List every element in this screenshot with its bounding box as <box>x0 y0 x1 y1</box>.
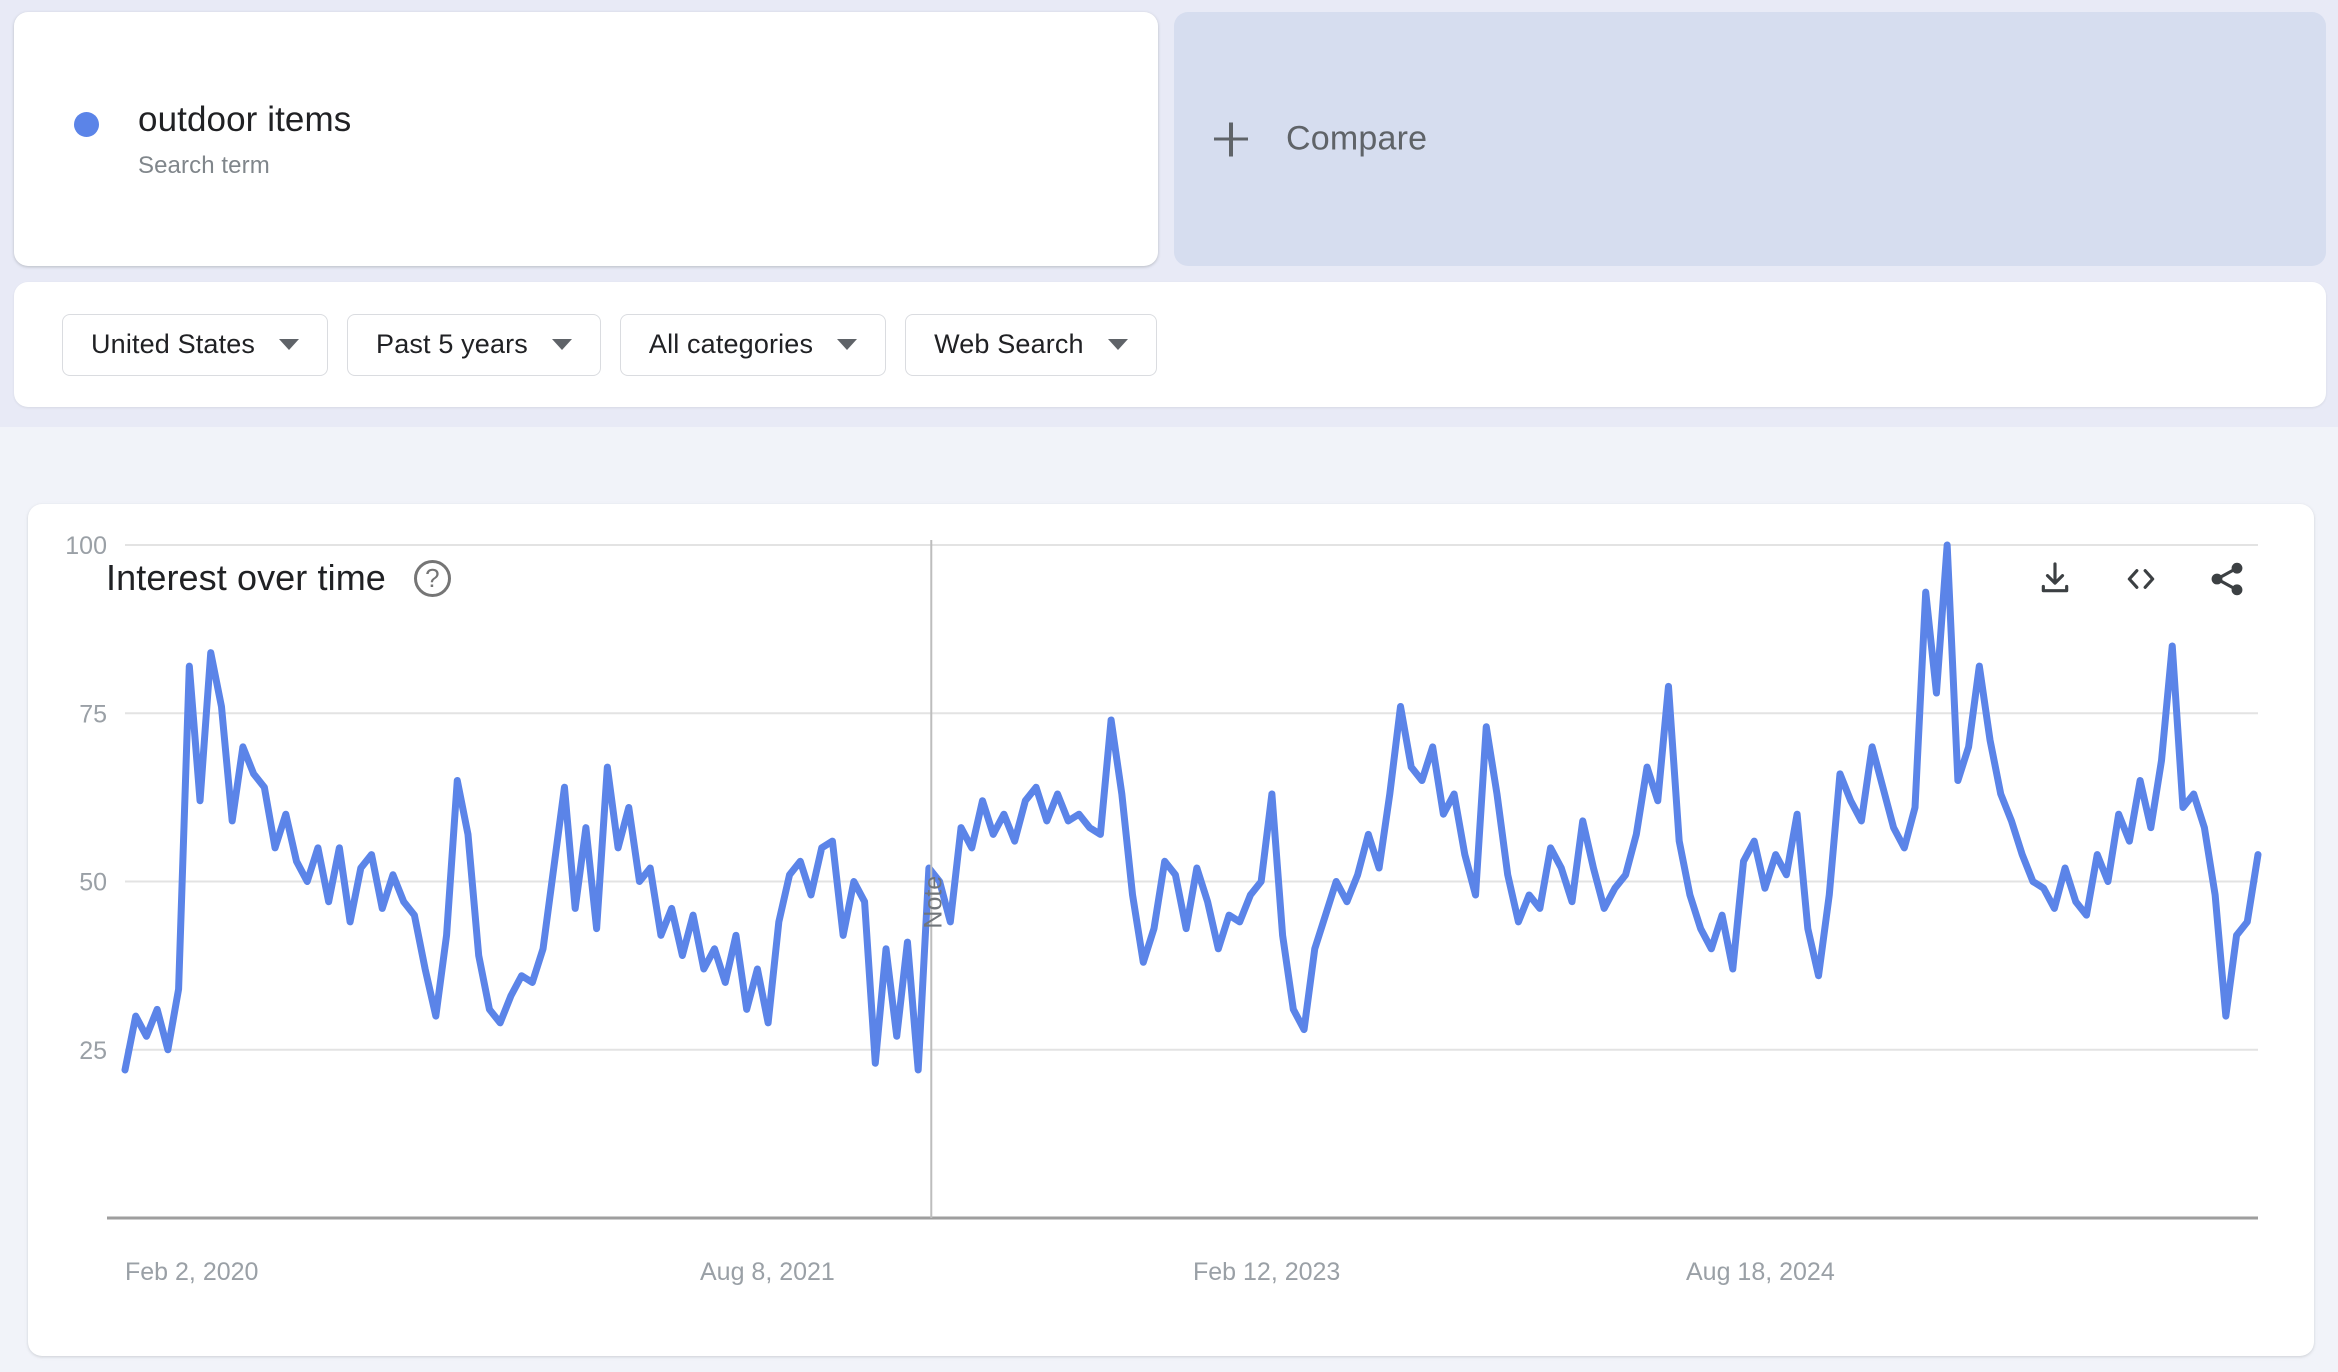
download-icon[interactable] <box>2034 558 2076 600</box>
chart-header: Interest over time ? <box>106 557 451 599</box>
interest-over-time-card: Interest over time ? 100 75 50 25 Note F… <box>28 504 2314 1356</box>
filter-category[interactable]: All categories <box>619 313 887 376</box>
embed-code-icon[interactable] <box>2120 558 2162 600</box>
chevron-down-icon <box>551 339 572 350</box>
chart-title: Interest over time <box>106 557 386 598</box>
search-term-content: outdoor items Search term <box>74 98 351 182</box>
share-icon[interactable] <box>2206 558 2248 600</box>
chart-actions <box>2034 558 2248 600</box>
help-circle-icon[interactable]: ? <box>413 559 451 597</box>
y-axis-tick-label: 25 <box>79 1037 107 1065</box>
x-axis-tick-label: Aug 8, 2021 <box>700 1258 835 1286</box>
y-axis-tick-label: 50 <box>79 869 107 897</box>
plus-icon <box>1214 122 1248 156</box>
search-terms-row: outdoor items Search term Compare <box>14 12 2326 266</box>
interest-over-time-plot: 100 75 50 25 Note Feb 2, 2020 Aug 8, 2021 Feb 1… <box>65 532 2262 1286</box>
chevron-down-icon <box>837 339 858 350</box>
filter-category-label: All categories <box>648 329 814 359</box>
note-label: Note <box>919 876 947 929</box>
y-axis-tick-label: 100 <box>65 532 107 560</box>
x-axis-tick-label: Feb 12, 2023 <box>1193 1258 1340 1286</box>
x-axis-tick-label: Aug 18, 2024 <box>1686 1258 1835 1286</box>
search-term-text: outdoor items Search term <box>138 98 351 182</box>
filter-location[interactable]: United States <box>62 313 329 376</box>
filter-bar: United States Past 5 years All categorie… <box>14 282 2326 407</box>
search-term-card[interactable]: outdoor items Search term <box>14 12 1158 266</box>
x-axis-tick-label: Feb 2, 2020 <box>125 1258 258 1286</box>
filter-time-range-label: Past 5 years <box>376 329 528 359</box>
series-line <box>121 541 2262 1074</box>
filter-search-type[interactable]: Web Search <box>905 313 1157 376</box>
compare-content: Compare <box>1214 120 1427 159</box>
filter-search-type-label: Web Search <box>934 329 1084 359</box>
series-color-dot <box>74 112 99 137</box>
chevron-down-icon <box>1107 339 1128 350</box>
search-term-type: Search term <box>138 152 270 179</box>
compare-label: Compare <box>1286 119 1428 158</box>
filter-time-range[interactable]: Past 5 years <box>347 313 601 376</box>
filter-location-label: United States <box>91 329 256 359</box>
y-axis-tick-label: 75 <box>79 700 107 728</box>
search-term-name: outdoor items <box>138 100 352 139</box>
compare-card[interactable]: Compare <box>1174 12 2326 266</box>
chevron-down-icon <box>279 339 300 350</box>
